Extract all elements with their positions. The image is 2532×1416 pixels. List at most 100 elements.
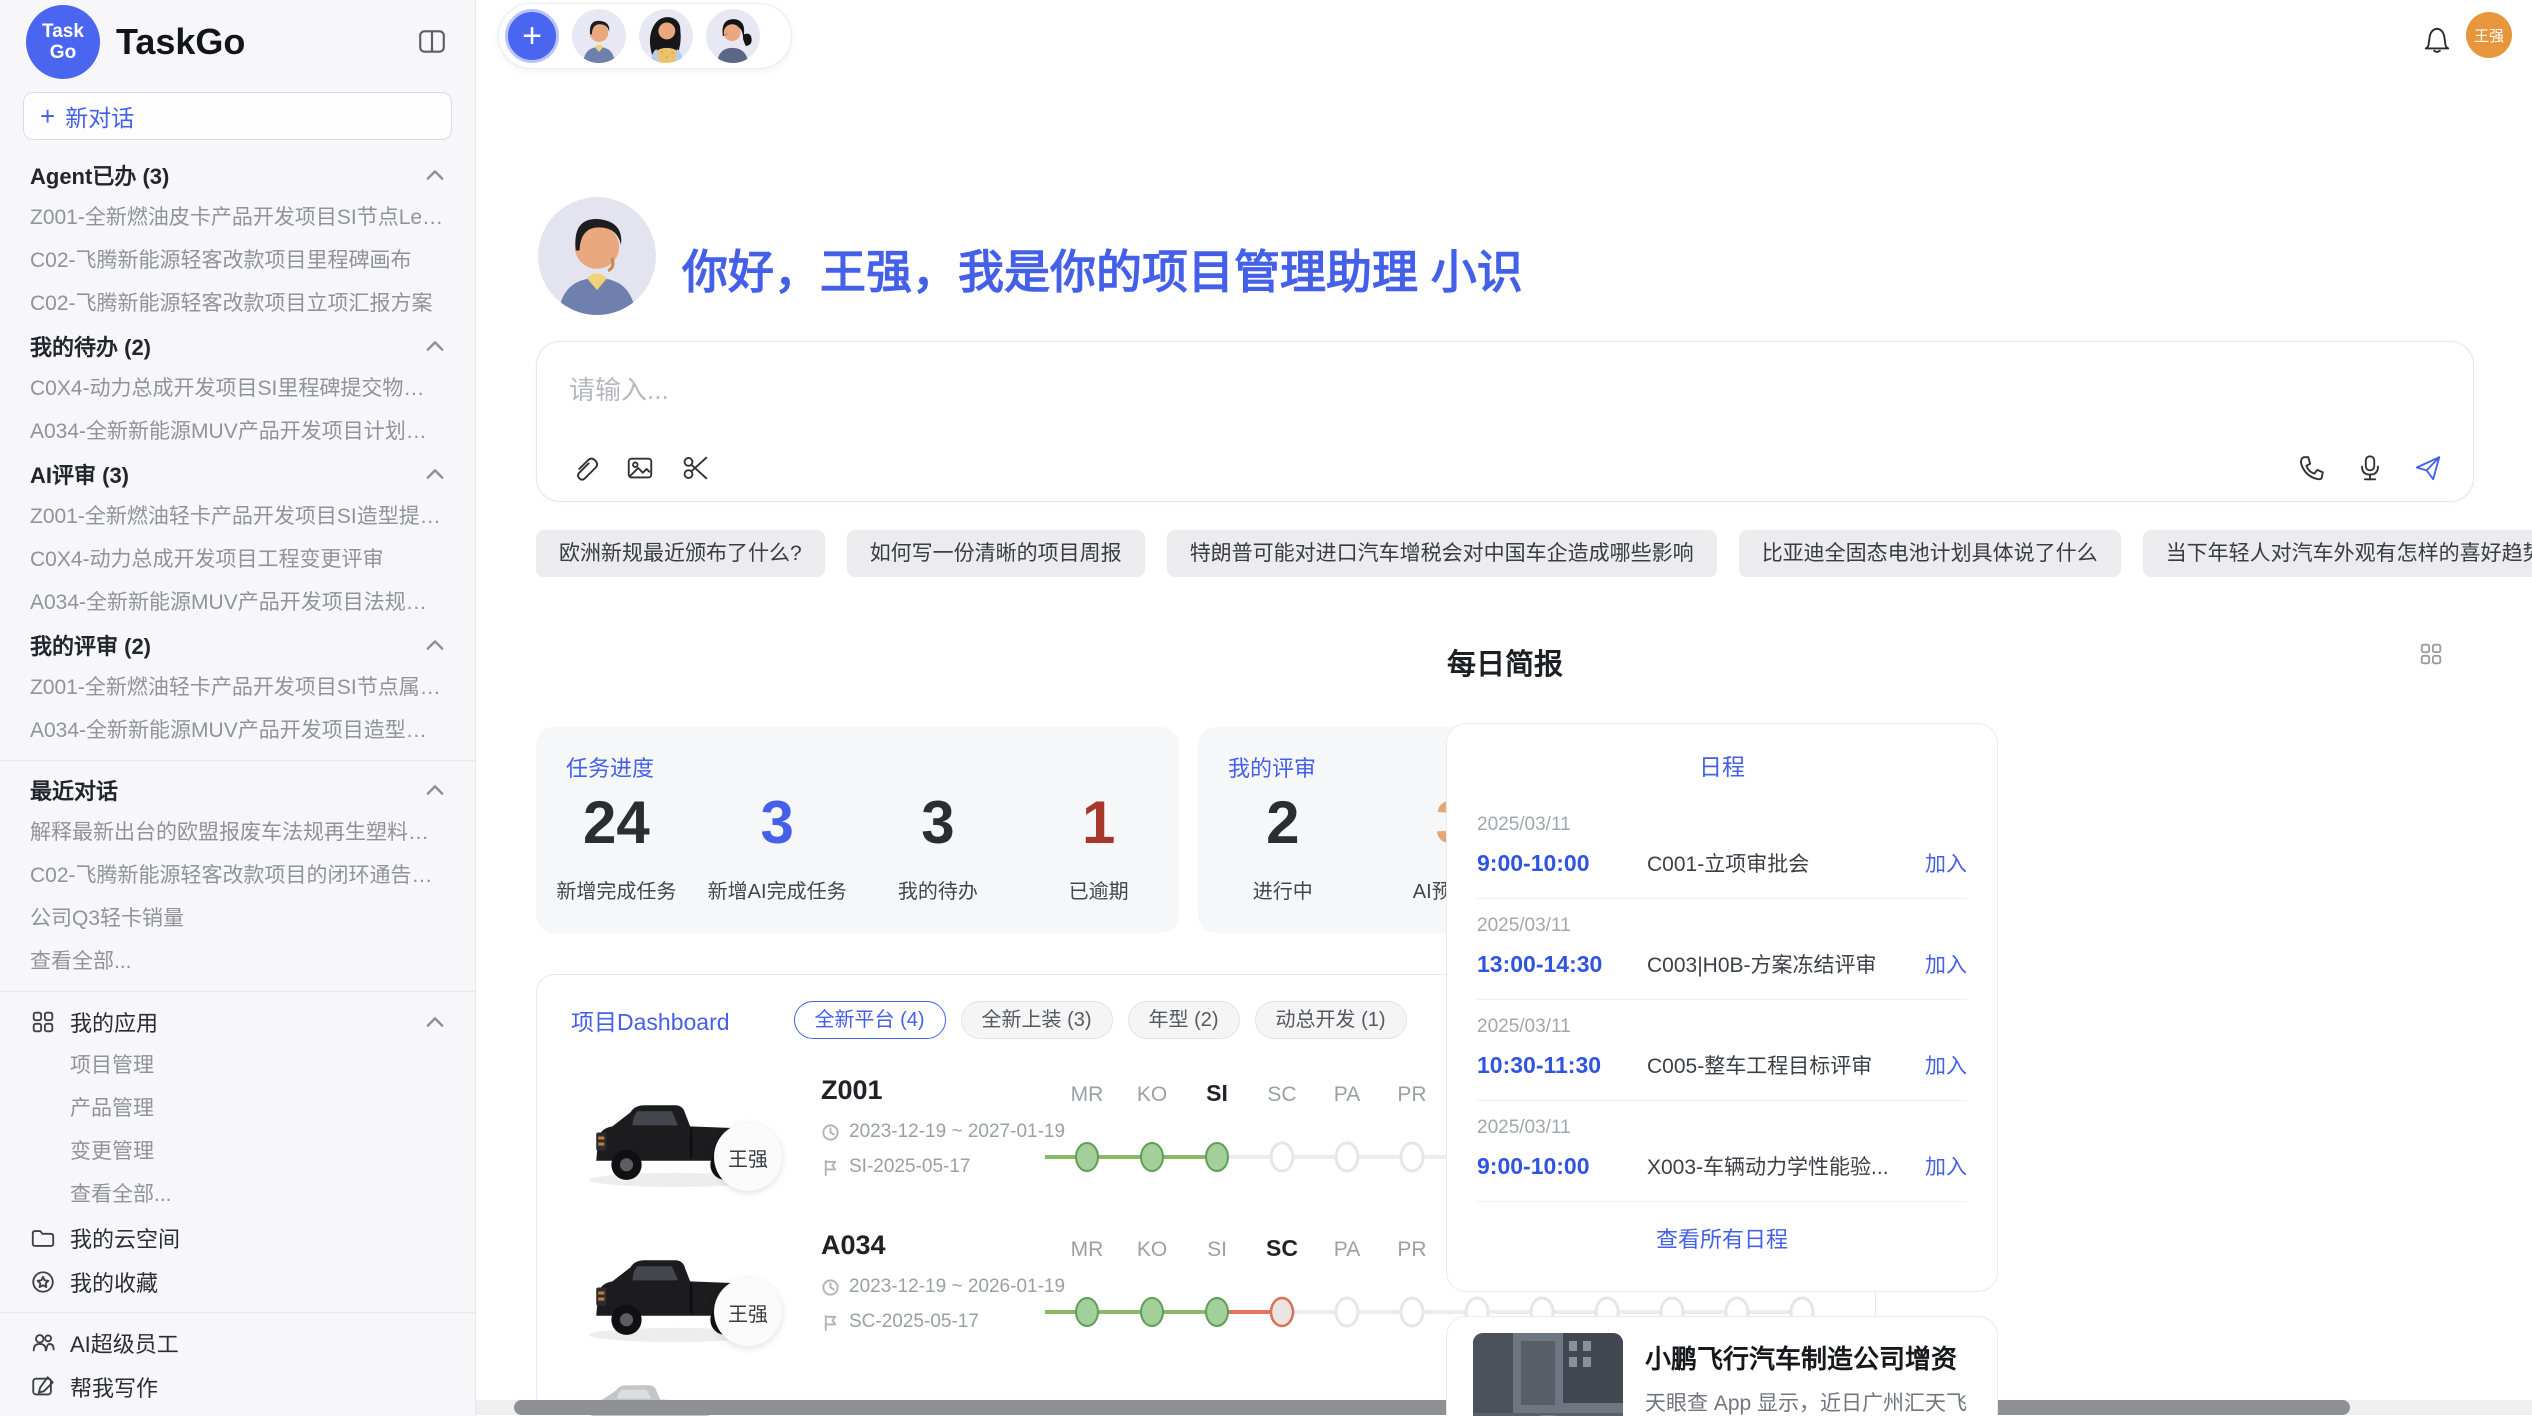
join-button[interactable]: 加入 bbox=[1925, 1151, 1967, 1181]
my-cloud-space[interactable]: 我的云空间 bbox=[0, 1216, 475, 1260]
news-card[interactable]: 小鹏飞行汽车制造公司增资 天眼查 App 显示，近日广州汇天飞行汽... bbox=[1446, 1316, 1998, 1416]
section-my-review[interactable]: 我的评审 (2) bbox=[0, 624, 475, 666]
card-title: 我的评审 bbox=[1228, 751, 1316, 783]
event-name: C003|H0B-方案冻结评审 bbox=[1647, 949, 1925, 979]
suggestion-chip[interactable]: 当下年轻人对汽车外观有怎样的喜好趋势 bbox=[2143, 530, 2532, 577]
collapse-sidebar-icon[interactable] bbox=[417, 27, 447, 57]
sidebar-item[interactable]: C02-飞腾新能源轻客改款项目里程碑画布 bbox=[0, 239, 475, 282]
greeting-text: 你好，王强，我是你的项目管理助理 小识 bbox=[682, 236, 1523, 302]
sidebar-item[interactable]: Z001-全新燃油皮卡产品开发项目SI节点Lesson Learn报告 bbox=[0, 196, 475, 239]
tool-ai-employee[interactable]: AI超级员工 bbox=[0, 1321, 475, 1365]
view-all-schedule-link[interactable]: 查看所有日程 bbox=[1477, 1222, 1967, 1254]
microphone-icon[interactable] bbox=[2355, 453, 2385, 483]
task-progress-card: 任务进度 24 新增完成任务 3 新增AI完成任务 3 我的待办 1 已逾期 bbox=[536, 727, 1179, 933]
sidebar-item[interactable]: A034-全新新能源MUV产品开发项目法规符合性评审 bbox=[0, 581, 475, 624]
sidebar-item[interactable]: C0X4-动力总成开发项目SI里程碑提交物检查 bbox=[0, 367, 475, 410]
section-recent-chats[interactable]: 最近对话 bbox=[0, 769, 475, 811]
sidebar-item[interactable]: Z001-全新燃油轻卡产品开发项目SI造型提交物评审 bbox=[0, 495, 475, 538]
svg-text:SI: SI bbox=[1207, 1238, 1227, 1261]
svg-text:SI: SI bbox=[1206, 1080, 1228, 1106]
app-item-change[interactable]: 变更管理 bbox=[0, 1130, 475, 1173]
agent-avatar-1[interactable] bbox=[572, 9, 626, 63]
project-dates: 2023-12-19 ~ 2027-01-19 bbox=[849, 1121, 1065, 1143]
assistant-avatar bbox=[538, 197, 656, 315]
join-button[interactable]: 加入 bbox=[1925, 949, 1967, 979]
suggestion-chips: 欧洲新规最近颁布了什么? 如何写一份清晰的项目周报 特朗普可能对进口汽车增税会对… bbox=[536, 530, 2532, 577]
chevron-up-icon[interactable] bbox=[425, 340, 445, 352]
recent-chat-item[interactable]: 公司Q3轻卡销量 bbox=[0, 897, 475, 940]
sidebar-item[interactable]: Z001-全新燃油轻卡产品开发项目SI节点属性5D文件评审 bbox=[0, 666, 475, 709]
app-title: TaskGo bbox=[116, 21, 417, 63]
flag-icon bbox=[821, 1313, 840, 1332]
join-button[interactable]: 加入 bbox=[1925, 848, 1967, 878]
stat-my-todo: 3 我的待办 bbox=[858, 785, 1019, 904]
add-agent-button[interactable]: + bbox=[505, 9, 559, 63]
app-item-product[interactable]: 产品管理 bbox=[0, 1087, 475, 1130]
clock-icon bbox=[821, 1123, 840, 1142]
event-time: 13:00-14:30 bbox=[1477, 951, 1647, 978]
attachment-icon[interactable] bbox=[569, 453, 599, 483]
chevron-up-icon[interactable] bbox=[425, 1016, 445, 1028]
svg-text:SC: SC bbox=[1266, 1235, 1298, 1261]
app-item-project[interactable]: 项目管理 bbox=[0, 1044, 475, 1087]
schedule-event: 2025/03/11 9:00-10:00 X003-车辆动力学性能验... 加… bbox=[1477, 1101, 1967, 1202]
event-date: 2025/03/11 bbox=[1477, 814, 1967, 836]
write-icon bbox=[30, 1374, 56, 1400]
filter-pill-platform[interactable]: 全新平台 (4) bbox=[794, 1001, 946, 1039]
stat-new-done: 24 新增完成任务 bbox=[536, 785, 697, 904]
filter-pill-upfit[interactable]: 全新上装 (3) bbox=[961, 1001, 1113, 1039]
my-favorites[interactable]: 我的收藏 bbox=[0, 1260, 475, 1304]
schedule-card: 日程 2025/03/11 9:00-10:00 C001-立项审批会 加入 2… bbox=[1446, 723, 1998, 1292]
svg-text:KO: KO bbox=[1137, 1238, 1167, 1261]
recent-chat-item[interactable]: C02-飞腾新能源轻客改款项目的闭环通告反馈情况 bbox=[0, 854, 475, 897]
my-apps-header[interactable]: 我的应用 bbox=[0, 1000, 475, 1044]
chevron-up-icon[interactable] bbox=[425, 639, 445, 651]
tool-write-helper[interactable]: 帮我写作 bbox=[0, 1365, 475, 1409]
app-window: Task Go TaskGo + 新对话 Agent已办 (3) Z001-全新… bbox=[0, 0, 2532, 1416]
view-all-apps[interactable]: 查看全部... bbox=[0, 1173, 475, 1216]
plus-icon: + bbox=[40, 101, 55, 132]
layout-grid-icon[interactable] bbox=[2418, 641, 2444, 667]
schedule-event: 2025/03/11 9:00-10:00 C001-立项审批会 加入 bbox=[1477, 798, 1967, 899]
user-avatar[interactable]: 王强 bbox=[2466, 12, 2512, 58]
sidebar-item[interactable]: A034-全新新能源MUV产品开发项目计划变更表编写 bbox=[0, 410, 475, 453]
chevron-up-icon[interactable] bbox=[425, 169, 445, 181]
send-icon[interactable] bbox=[2413, 453, 2443, 483]
suggestion-chip[interactable]: 比亚迪全固态电池计划具体说了什么 bbox=[1739, 530, 2121, 577]
join-button[interactable]: 加入 bbox=[1925, 1050, 1967, 1080]
horizontal-scrollbar-thumb[interactable] bbox=[514, 1400, 2350, 1415]
new-chat-button[interactable]: + 新对话 bbox=[23, 92, 452, 140]
tool-creative-draw[interactable]: 创意制图 bbox=[0, 1409, 475, 1416]
dashboard-title: 项目Dashboard bbox=[571, 1003, 730, 1037]
scissors-icon[interactable] bbox=[681, 453, 711, 483]
notification-bell-icon[interactable] bbox=[2422, 24, 2452, 54]
section-ai-review[interactable]: AI评审 (3) bbox=[0, 453, 475, 495]
suggestion-chip[interactable]: 欧洲新规最近颁布了什么? bbox=[536, 530, 825, 577]
agent-avatar-3[interactable] bbox=[706, 9, 760, 63]
chevron-up-icon[interactable] bbox=[425, 784, 445, 796]
sidebar-item[interactable]: A034-全新新能源MUV产品开发项目造型可行性评审 bbox=[0, 709, 475, 752]
project-code: Z001 bbox=[821, 1075, 883, 1106]
agent-avatar-2[interactable] bbox=[639, 9, 693, 63]
suggestion-chip[interactable]: 如何写一份清晰的项目周报 bbox=[847, 530, 1145, 577]
schedule-event: 2025/03/11 13:00-14:30 C003|H0B-方案冻结评审 加… bbox=[1477, 899, 1967, 1000]
input-tools-right bbox=[2297, 453, 2443, 483]
quick-access-bar: + bbox=[498, 3, 792, 69]
news-image bbox=[1473, 1333, 1623, 1416]
people-icon bbox=[30, 1330, 56, 1356]
filter-pill-powertrain[interactable]: 动总开发 (1) bbox=[1255, 1001, 1407, 1039]
chat-input[interactable] bbox=[569, 370, 1769, 436]
event-date: 2025/03/11 bbox=[1477, 1016, 1967, 1038]
recent-chat-item[interactable]: 解释最新出台的欧盟报废车法规再生塑料比例被调至15%... bbox=[0, 811, 475, 854]
chevron-up-icon[interactable] bbox=[425, 468, 445, 480]
section-agent-done[interactable]: Agent已办 (3) bbox=[0, 154, 475, 196]
image-icon[interactable] bbox=[625, 453, 655, 483]
view-all-chats[interactable]: 查看全部... bbox=[0, 940, 475, 983]
filter-pill-yeartype[interactable]: 年型 (2) bbox=[1128, 1001, 1240, 1039]
sidebar-item[interactable]: C02-飞腾新能源轻客改款项目立项汇报方案 bbox=[0, 282, 475, 325]
suggestion-chip[interactable]: 特朗普可能对进口汽车增税会对中国车企造成哪些影响 bbox=[1167, 530, 1717, 577]
section-my-todo[interactable]: 我的待办 (2) bbox=[0, 325, 475, 367]
sidebar-item[interactable]: C0X4-动力总成开发项目工程变更评审 bbox=[0, 538, 475, 581]
stat-ai-done: 3 新增AI完成任务 bbox=[697, 785, 858, 904]
phone-icon[interactable] bbox=[2297, 453, 2327, 483]
